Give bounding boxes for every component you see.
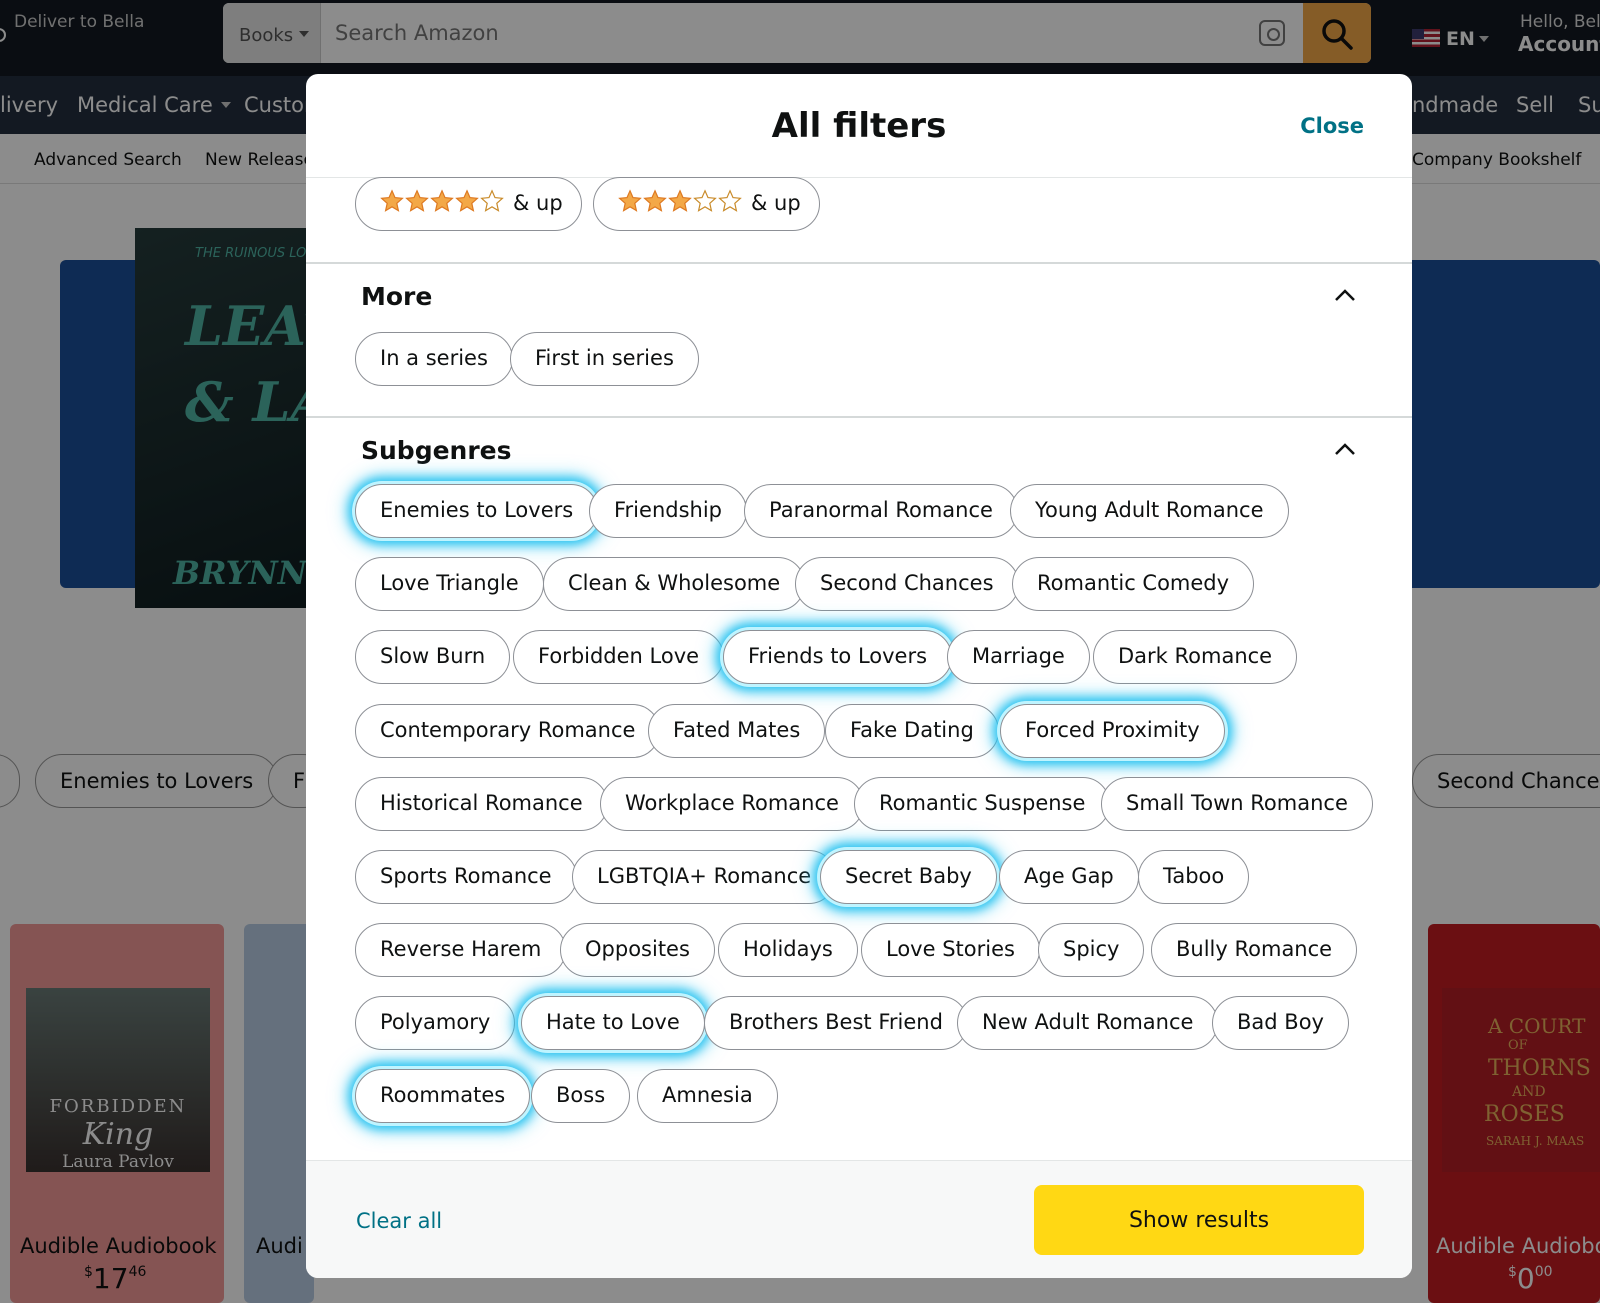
more-section-title: More (361, 282, 433, 311)
subgenre-filter-historical-romance[interactable]: Historical Romance (355, 777, 608, 831)
show-results-button[interactable]: Show results (1034, 1185, 1364, 1255)
subgenre-filter-romantic-suspense[interactable]: Romantic Suspense (854, 777, 1111, 831)
subgenre-filter-romantic-comedy[interactable]: Romantic Comedy (1012, 557, 1255, 611)
subgenre-filter-workplace-romance[interactable]: Workplace Romance (600, 777, 864, 831)
star-filled-icon (380, 189, 404, 212)
chevron-up-icon[interactable] (1334, 438, 1356, 460)
subgenre-filter-enemies-to-lovers[interactable]: Enemies to Lovers (355, 484, 599, 538)
subgenre-filter-bad-boy[interactable]: Bad Boy (1212, 996, 1349, 1050)
close-button[interactable]: Close (1300, 114, 1364, 138)
subgenre-filter-love-triangle[interactable]: Love Triangle (355, 557, 544, 611)
rating-label: & up (513, 191, 563, 215)
star-filled-icon (405, 189, 429, 212)
subgenre-filter-holidays[interactable]: Holidays (718, 923, 858, 977)
subgenre-filter-love-stories[interactable]: Love Stories (861, 923, 1040, 977)
subgenre-filter-spicy[interactable]: Spicy (1038, 923, 1145, 977)
star-filled-icon (668, 189, 692, 212)
star-rating (618, 181, 743, 232)
subgenre-filter-forbidden-love[interactable]: Forbidden Love (513, 630, 725, 684)
subgenre-filter-paranormal-romance[interactable]: Paranormal Romance (744, 484, 1018, 538)
subgenre-filter-fated-mates[interactable]: Fated Mates (648, 704, 826, 758)
section-divider (306, 262, 1412, 264)
subgenre-filter-slow-burn[interactable]: Slow Burn (355, 630, 511, 684)
subgenre-filter-young-adult-romance[interactable]: Young Adult Romance (1010, 484, 1289, 538)
subgenre-filter-roommates[interactable]: Roommates (355, 1069, 531, 1123)
subgenre-filter-bully-romance[interactable]: Bully Romance (1151, 923, 1358, 977)
subgenre-filter-hate-to-love[interactable]: Hate to Love (521, 996, 705, 1050)
subgenre-filter-second-chances[interactable]: Second Chances (795, 557, 1019, 611)
subgenre-filter-marriage[interactable]: Marriage (947, 630, 1090, 684)
star-filled-icon (455, 189, 479, 212)
subgenre-filter-forced-proximity[interactable]: Forced Proximity (1000, 704, 1225, 758)
star-filled-icon (430, 189, 454, 212)
dialog-title: All filters (771, 106, 947, 146)
star-empty-icon (718, 189, 742, 212)
subgenre-filter-sports-romance[interactable]: Sports Romance (355, 850, 577, 904)
clear-all-button[interactable]: Clear all (356, 1209, 442, 1233)
star-empty-icon (693, 189, 717, 212)
subgenre-filter-brothers-best-friend[interactable]: Brothers Best Friend (704, 996, 968, 1050)
subgenre-filter-dark-romance[interactable]: Dark Romance (1093, 630, 1298, 684)
subgenre-filter-friends-to-lovers[interactable]: Friends to Lovers (723, 630, 953, 684)
star-empty-icon (480, 189, 504, 212)
subgenre-filter-opposites[interactable]: Opposites (560, 923, 715, 977)
subgenre-filter-lgbtqia-romance[interactable]: LGBTQIA+ Romance (572, 850, 837, 904)
rating-label: & up (751, 191, 801, 215)
subgenre-filter-small-town-romance[interactable]: Small Town Romance (1101, 777, 1373, 831)
filter-in-a-series[interactable]: In a series (355, 332, 513, 386)
star-rating (380, 181, 505, 232)
subgenre-filter-boss[interactable]: Boss (531, 1069, 631, 1123)
star-filled-icon (643, 189, 667, 212)
subgenre-filter-fake-dating[interactable]: Fake Dating (825, 704, 999, 758)
rating-4-and-up-filter[interactable]: & up (355, 177, 582, 231)
dialog-footer: Clear all Show results (306, 1160, 1412, 1278)
subgenre-filter-age-gap[interactable]: Age Gap (999, 850, 1139, 904)
subgenre-filter-amnesia[interactable]: Amnesia (637, 1069, 778, 1123)
subgenre-filter-friendship[interactable]: Friendship (589, 484, 747, 538)
subgenre-filter-reverse-harem[interactable]: Reverse Harem (355, 923, 567, 977)
subgenre-filter-contemporary-romance[interactable]: Contemporary Romance (355, 704, 661, 758)
section-divider (306, 416, 1412, 418)
all-filters-dialog: All filters Close & up & up More In a se… (306, 74, 1412, 1278)
star-filled-icon (618, 189, 642, 212)
dialog-header: All filters Close (306, 74, 1412, 178)
rating-3-and-up-filter[interactable]: & up (593, 177, 820, 231)
subgenre-filter-clean-wholesome[interactable]: Clean & Wholesome (543, 557, 806, 611)
subgenre-filter-polyamory[interactable]: Polyamory (355, 996, 516, 1050)
filter-first-in-series[interactable]: First in series (510, 332, 699, 386)
subgenre-filter-taboo[interactable]: Taboo (1138, 850, 1250, 904)
chevron-up-icon[interactable] (1334, 284, 1356, 306)
subgenre-filter-secret-baby[interactable]: Secret Baby (820, 850, 997, 904)
subgenres-section-title: Subgenres (361, 436, 512, 465)
subgenre-filter-new-adult-romance[interactable]: New Adult Romance (957, 996, 1219, 1050)
